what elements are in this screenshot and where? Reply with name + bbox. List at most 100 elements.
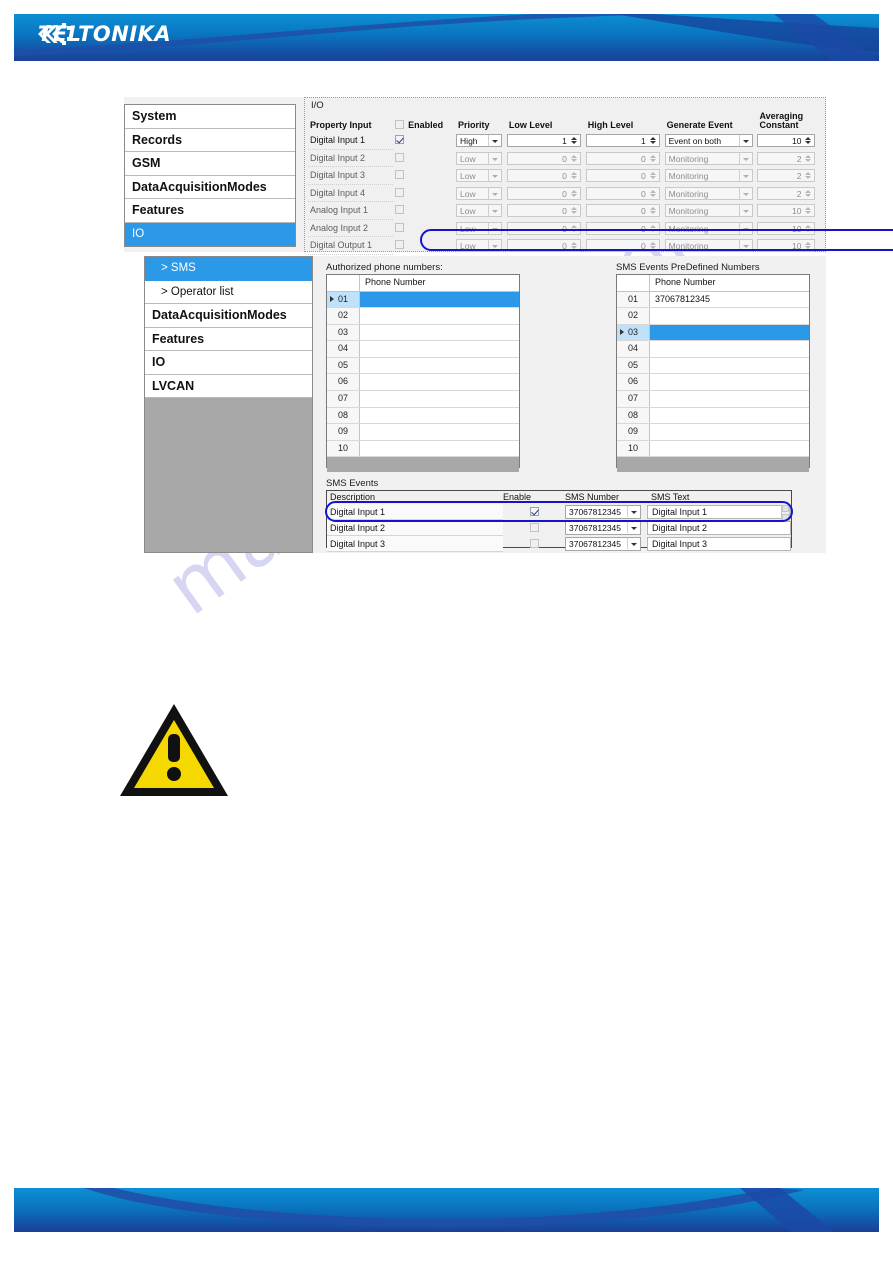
- spin-down-icon[interactable]: [570, 140, 578, 145]
- io-priority-combo[interactable]: Low: [456, 186, 503, 200]
- scroll-up-button[interactable]: [782, 505, 789, 512]
- spin-down-icon[interactable]: [805, 245, 812, 250]
- scroll-down-button[interactable]: [782, 514, 789, 521]
- io-averaging-constant-spinner[interactable]: 2: [757, 169, 816, 183]
- grid-row[interactable]: 05: [327, 357, 519, 375]
- phone-number-cell[interactable]: [650, 324, 809, 341]
- sms-event-enable-checkbox[interactable]: [529, 507, 539, 516]
- io-priority-combo[interactable]: Low: [456, 221, 503, 235]
- phone-number-cell[interactable]: [360, 324, 519, 341]
- spin-down-icon[interactable]: [649, 140, 657, 145]
- grid-row[interactable]: 08: [617, 407, 809, 425]
- sidebar-item-system[interactable]: System: [125, 105, 295, 129]
- phone-number-cell[interactable]: [360, 291, 519, 308]
- io-high-level-spinner[interactable]: 0: [585, 151, 660, 165]
- sms-text-input[interactable]: Digital Input 3: [647, 537, 791, 551]
- phone-number-cell[interactable]: [360, 407, 519, 424]
- phone-number-cell[interactable]: [650, 407, 809, 424]
- grid-row[interactable]: 09: [327, 424, 519, 441]
- phone-number-cell[interactable]: [650, 374, 809, 391]
- phone-number-cell[interactable]: [650, 341, 809, 357]
- sidebar-item-dataacquisitionmodes[interactable]: DataAcquisitionModes: [145, 304, 312, 328]
- spin-down-icon[interactable]: [570, 175, 578, 180]
- sidebar-item-io[interactable]: IO: [125, 222, 295, 246]
- spin-down-icon[interactable]: [649, 245, 657, 250]
- io-high-level-spinner[interactable]: 0: [585, 221, 660, 235]
- sidebar-item-io[interactable]: IO: [145, 351, 312, 375]
- io-high-level-spinner[interactable]: 1: [585, 134, 660, 148]
- phone-number-cell[interactable]: [650, 357, 809, 374]
- io-enabled-checkbox[interactable]: [395, 170, 405, 180]
- phone-number-cell[interactable]: [360, 391, 519, 407]
- io-generate-event-combo[interactable]: Event on both: [664, 134, 753, 148]
- sidebar-item-operator-list[interactable]: > Operator list: [145, 280, 312, 304]
- grid-row[interactable]: 09: [617, 424, 809, 441]
- phone-number-cell[interactable]: [650, 424, 809, 440]
- sms-event-row[interactable]: Digital Input 2 37067812345 Digital Input …: [327, 520, 791, 536]
- phone-number-cell[interactable]: [360, 374, 519, 391]
- io-averaging-constant-spinner[interactable]: 10: [757, 204, 816, 218]
- spin-down-icon[interactable]: [805, 158, 812, 163]
- spin-down-icon[interactable]: [805, 210, 812, 215]
- io-averaging-constant-spinner[interactable]: 2: [757, 186, 816, 200]
- grid-row[interactable]: 02: [327, 308, 519, 325]
- phone-number-cell[interactable]: [360, 341, 519, 357]
- io-low-level-spinner[interactable]: 1: [506, 134, 581, 148]
- spin-down-icon[interactable]: [649, 210, 657, 215]
- grid-row[interactable]: 04: [617, 341, 809, 358]
- sidebar-item-lvcan[interactable]: LVCAN: [145, 374, 312, 398]
- io-generate-event-combo[interactable]: Monitoring: [664, 151, 753, 165]
- io-priority-combo[interactable]: Low: [456, 151, 503, 165]
- grid-row[interactable]: 07: [327, 391, 519, 408]
- io-priority-combo[interactable]: Low: [456, 204, 503, 218]
- grid-row[interactable]: 10: [617, 440, 809, 458]
- sidebar-item-records[interactable]: Records: [125, 128, 295, 152]
- io-priority-combo[interactable]: High: [456, 134, 503, 148]
- spin-down-icon[interactable]: [570, 228, 578, 233]
- spin-down-icon[interactable]: [570, 245, 578, 250]
- io-generate-event-combo[interactable]: Monitoring: [664, 239, 753, 253]
- sms-event-row[interactable]: Digital Input 1 37067812345 Digital Input …: [327, 504, 791, 520]
- spin-down-icon[interactable]: [649, 175, 657, 180]
- grid-row[interactable]: 06: [617, 374, 809, 392]
- spin-down-icon[interactable]: [805, 228, 812, 233]
- enable-all-checkbox[interactable]: [395, 120, 405, 129]
- io-averaging-constant-spinner[interactable]: 10: [757, 134, 816, 148]
- grid-row[interactable]: 04: [327, 341, 519, 358]
- phone-number-cell[interactable]: 37067812345: [650, 291, 809, 308]
- spin-down-icon[interactable]: [649, 158, 657, 163]
- sms-number-combo[interactable]: 37067812345: [565, 537, 641, 551]
- io-table-row[interactable]: Analog Input 2 Low 0 0 Monitoring 10: [308, 220, 822, 237]
- grid-row[interactable]: 07: [617, 391, 809, 408]
- sidebar-item-features[interactable]: Features: [145, 327, 312, 351]
- spin-down-icon[interactable]: [570, 210, 578, 215]
- phone-number-cell[interactable]: [650, 440, 809, 457]
- sidebar-item-dataacquisitionmodes[interactable]: DataAcquisitionModes: [125, 175, 295, 199]
- io-generate-event-combo[interactable]: Monitoring: [664, 221, 753, 235]
- sms-text-input[interactable]: Digital Input 2: [647, 521, 791, 535]
- spin-down-icon[interactable]: [570, 193, 578, 198]
- sms-event-enable-checkbox[interactable]: [529, 539, 539, 548]
- grid-row[interactable]: 02: [617, 308, 809, 325]
- io-generate-event-combo[interactable]: Monitoring: [664, 204, 753, 218]
- spin-down-icon[interactable]: [805, 175, 812, 180]
- phone-number-cell[interactable]: [360, 440, 519, 457]
- io-high-level-spinner[interactable]: 0: [585, 204, 660, 218]
- io-table-row[interactable]: Digital Input 4 Low 0 0 Monitoring 2: [308, 185, 822, 202]
- io-high-level-spinner[interactable]: 0: [585, 186, 660, 200]
- io-averaging-constant-spinner[interactable]: 2: [757, 151, 816, 165]
- sidebar-item-sms[interactable]: > SMS: [145, 257, 312, 281]
- io-enabled-checkbox[interactable]: [395, 187, 405, 197]
- phone-number-cell[interactable]: [360, 357, 519, 374]
- phone-number-cell[interactable]: [360, 308, 519, 324]
- io-table-row[interactable]: Digital Input 2 Low 0 0 Monitoring 2: [308, 150, 822, 167]
- grid-row[interactable]: 05: [617, 357, 809, 375]
- io-priority-combo[interactable]: Low: [456, 169, 503, 183]
- io-table-row[interactable]: Digital Input 1 High 1 1 Event on both 10: [308, 132, 822, 150]
- sidebar-item-gsm[interactable]: GSM: [125, 152, 295, 176]
- spin-down-icon[interactable]: [649, 228, 657, 233]
- io-enabled-checkbox[interactable]: [395, 205, 405, 215]
- sms-event-enable-checkbox[interactable]: [529, 523, 539, 532]
- io-low-level-spinner[interactable]: 0: [506, 186, 581, 200]
- io-high-level-spinner[interactable]: 0: [585, 239, 660, 253]
